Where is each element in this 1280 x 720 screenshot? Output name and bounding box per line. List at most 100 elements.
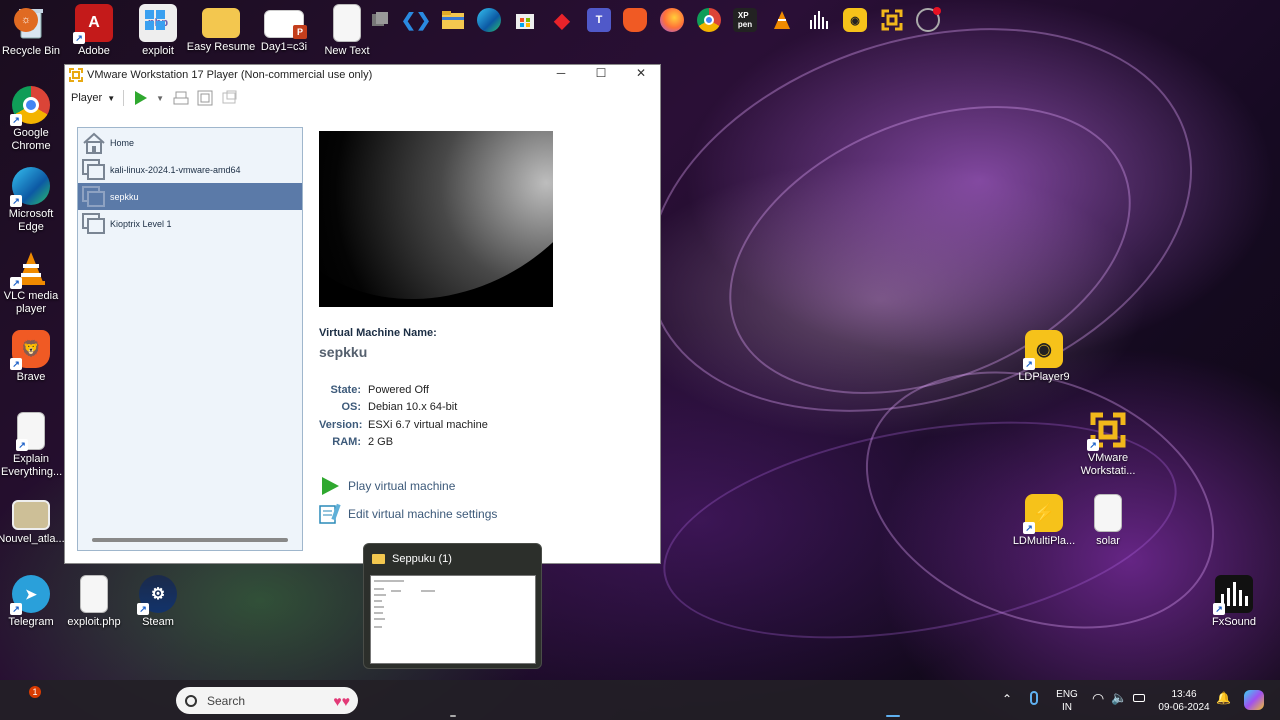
battery-icon[interactable] bbox=[1133, 694, 1145, 702]
vlc-taskbar-icon[interactable] bbox=[770, 8, 794, 32]
library-item-sepkku[interactable]: sepkku bbox=[78, 183, 302, 210]
chevron-down-icon: ▼ bbox=[107, 93, 116, 103]
clock-date: 09-06-2024 bbox=[1158, 702, 1210, 713]
desktop-icon-exploit-php[interactable]: exploit.php bbox=[62, 575, 126, 629]
shortcut-arrow-icon: ↗ bbox=[10, 114, 22, 126]
language-line2: IN bbox=[1062, 702, 1072, 713]
desktop-icon-label: Easy Resume bbox=[186, 41, 256, 53]
task-view-icon[interactable] bbox=[368, 8, 392, 32]
toolbar: Player ▼ ▼ bbox=[65, 85, 660, 111]
powerpoint-file-icon: P bbox=[264, 10, 307, 39]
library-item-kali[interactable]: kali-linux-2024.1-vmware-amd64 bbox=[78, 156, 302, 183]
taskbar-preview-window[interactable]: Seppuku (1) bbox=[363, 543, 542, 669]
copilot-icon[interactable] bbox=[1244, 690, 1264, 710]
brave-taskbar-icon[interactable] bbox=[623, 8, 647, 32]
shortcut-arrow-icon: ↗ bbox=[10, 277, 22, 289]
preview-title-text: Seppuku (1) bbox=[392, 553, 452, 565]
player-menu-label: Player bbox=[71, 92, 103, 104]
clock[interactable]: 13:46 09-06-2024 bbox=[1154, 688, 1214, 714]
teams-icon[interactable]: T bbox=[587, 8, 611, 32]
shortcut-arrow-icon: ↗ bbox=[1023, 358, 1035, 370]
minimize-icon[interactable]: ─ bbox=[541, 66, 581, 80]
vscode-icon[interactable]: ❮❯ bbox=[401, 8, 431, 32]
chrome-taskbar-icon[interactable] bbox=[697, 8, 721, 32]
send-ctrl-alt-del-icon[interactable] bbox=[172, 90, 190, 106]
vm-library-list: Home kali-linux-2024.1-vmware-amd64 sepk… bbox=[77, 127, 303, 551]
fullscreen-icon[interactable] bbox=[196, 90, 214, 106]
library-item-home[interactable]: Home bbox=[78, 129, 302, 156]
preview-title: Seppuku (1) bbox=[372, 553, 452, 565]
desktop-icon-microsoft-edge[interactable]: ↗ Microsoft Edge bbox=[0, 167, 63, 234]
desktop-icon-label: Recycle Bin bbox=[1, 45, 61, 57]
image-file-icon bbox=[12, 500, 50, 530]
notification-bell-icon[interactable]: 🔔 bbox=[1216, 691, 1231, 705]
text-file-icon bbox=[333, 4, 361, 42]
play-icon bbox=[319, 475, 341, 497]
app-gauge-icon[interactable] bbox=[916, 7, 941, 32]
vlc-icon: ↗ bbox=[10, 249, 50, 289]
desktop-icon-label: Microsoft Edge bbox=[8, 208, 54, 233]
maximize-icon[interactable]: ☐ bbox=[581, 66, 621, 80]
window-title: VMware Workstation 17 Player (Non-commer… bbox=[87, 69, 373, 81]
player-menu[interactable]: Player ▼ bbox=[71, 92, 115, 104]
active-indicator bbox=[886, 715, 900, 717]
vm-thumbnail bbox=[319, 131, 553, 307]
microphone-icon[interactable] bbox=[1030, 691, 1038, 705]
desktop-icon-steam[interactable]: ⚙ ↗ Steam bbox=[126, 575, 190, 629]
ldplayer-taskbar-icon[interactable]: ◉ bbox=[843, 8, 867, 32]
desktop-icon-day1[interactable]: P Day1=c3i bbox=[252, 4, 316, 54]
preview-thumbnail bbox=[370, 575, 536, 664]
wifi-icon[interactable]: ◠ bbox=[1092, 690, 1104, 707]
desktop-icon-ldmultiplayer[interactable]: ⚡ ↗ LDMultiPla... bbox=[1012, 494, 1076, 548]
xppen-icon[interactable]: XP pen bbox=[733, 8, 757, 32]
search-box[interactable]: Search ♥♥ bbox=[176, 687, 358, 714]
close-icon[interactable]: ✕ bbox=[621, 66, 661, 80]
desktop-icon-label: LDPlayer9 bbox=[1018, 371, 1070, 383]
desktop-icon-nouvel-atlas[interactable]: Nouvel_atla... bbox=[0, 496, 65, 546]
desktop-icon-label: Google Chrome bbox=[11, 127, 51, 152]
desktop-icon-easy-resume[interactable]: Easy Resume bbox=[186, 4, 256, 54]
search-placeholder: Search bbox=[207, 693, 246, 708]
fxsound-taskbar-icon[interactable] bbox=[807, 8, 831, 32]
language-indicator[interactable]: ENG IN bbox=[1052, 688, 1082, 714]
shortcut-arrow-icon: ↗ bbox=[10, 195, 22, 207]
library-item-label: sepkku bbox=[110, 191, 139, 202]
window-title-bar[interactable]: VMware Workstation 17 Player (Non-commer… bbox=[65, 65, 660, 85]
desktop-icon-ldplayer9[interactable]: ◉ ↗ LDPlayer9 bbox=[1012, 330, 1076, 384]
play-dropdown-icon[interactable]: ▼ bbox=[156, 94, 164, 103]
virtual-machine-icon bbox=[82, 185, 106, 208]
vmware-icon: ↗ bbox=[1087, 411, 1127, 451]
tray-chevron-up-icon[interactable]: ⌃ bbox=[1002, 692, 1012, 706]
unity-icon[interactable] bbox=[220, 90, 238, 106]
desktop-icon-label: Telegram bbox=[8, 616, 54, 628]
desktop-icon-label: Adobe bbox=[78, 45, 110, 57]
edit-vm-settings-button[interactable]: Edit virtual machine settings bbox=[319, 503, 497, 525]
file-explorer-icon[interactable] bbox=[441, 8, 465, 32]
desktop-icon-telegram[interactable]: ➤ ↗ Telegram bbox=[0, 575, 63, 629]
desktop-icon-fxsound[interactable]: ↗ FxSound bbox=[1202, 575, 1266, 629]
play-icon[interactable] bbox=[132, 90, 150, 106]
microsoft-store-icon[interactable] bbox=[513, 8, 537, 32]
desktop-icon-solar[interactable]: solar bbox=[1076, 494, 1140, 548]
desktop-icon-label: exploit.php bbox=[67, 616, 121, 628]
vmware-taskbar-icon[interactable] bbox=[880, 8, 904, 32]
desktop-icon-vmware-workstation[interactable]: ↗ VMware Workstati... bbox=[1076, 411, 1140, 478]
desktop-icon-brave[interactable]: 🦁 ↗ Brave bbox=[0, 330, 63, 384]
desktop-icon-adobe[interactable]: A ↗ Adobe bbox=[62, 4, 126, 58]
library-item-kioptrix[interactable]: Kioptrix Level 1 bbox=[78, 210, 302, 237]
horizontal-scrollbar[interactable] bbox=[92, 538, 288, 542]
desktop-icon-label: Nouvel_atla... bbox=[0, 533, 65, 545]
volume-icon[interactable]: 🔈 bbox=[1111, 690, 1127, 706]
desktop-icon-google-chrome[interactable]: ↗ Google Chrome bbox=[0, 86, 63, 153]
edge-taskbar-icon[interactable] bbox=[477, 8, 501, 32]
notification-app-icon[interactable]: ☼ bbox=[14, 8, 38, 32]
start-button[interactable] bbox=[143, 8, 167, 32]
play-vm-button[interactable]: Play virtual machine bbox=[319, 475, 455, 497]
desktop-icon-explain-everything[interactable]: ↗ Explain Everything... bbox=[0, 412, 63, 479]
chrome-icon: ↗ bbox=[10, 86, 50, 126]
home-icon bbox=[82, 132, 106, 154]
app-red-diamond-icon[interactable]: ◆ bbox=[550, 8, 574, 32]
firefox-icon[interactable] bbox=[660, 8, 684, 32]
folder-icon bbox=[372, 554, 385, 564]
desktop-icon-vlc[interactable]: ↗ VLC media player bbox=[0, 249, 63, 316]
